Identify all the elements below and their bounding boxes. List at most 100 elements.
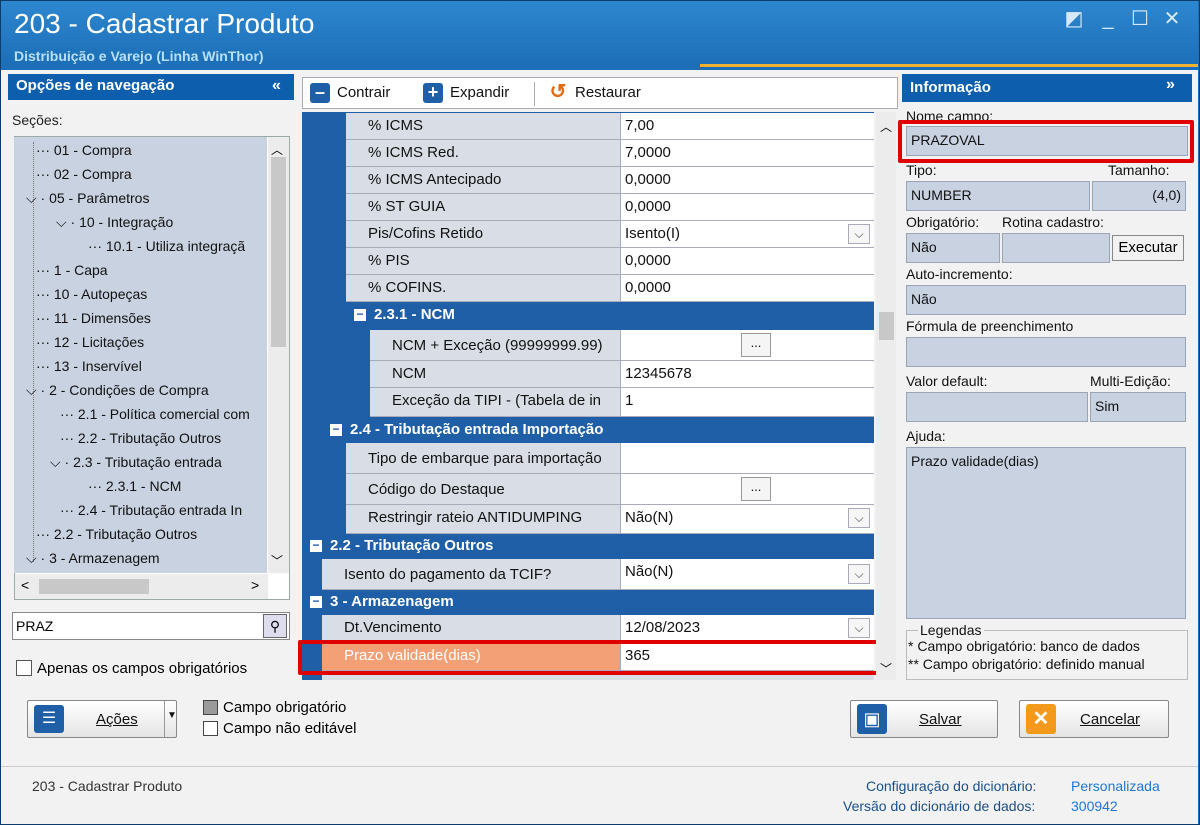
collapse-icon[interactable]: –	[310, 83, 330, 103]
grid-value[interactable]: 1	[620, 388, 874, 417]
section-import[interactable]: −2.4 - Tributação entrada Importação	[322, 418, 874, 443]
required-label: Obrigatório:	[906, 214, 980, 230]
highlight-outline	[898, 120, 1194, 163]
tcif-select[interactable]: Não(N) ⌵	[620, 559, 874, 590]
chevron-down-icon[interactable]: ⌵	[848, 224, 870, 244]
restore-arrow-icon[interactable]: ↺	[548, 82, 568, 103]
tree-item[interactable]: ⌵ · 2.3 - Tributação entrada	[50, 454, 222, 471]
chevron-down-icon[interactable]: ⌵	[50, 454, 61, 470]
collapse-nav-icon[interactable]: «	[272, 77, 281, 95]
ellipsis-button[interactable]: ...	[741, 477, 771, 501]
search-input[interactable]: PRAZ	[12, 612, 290, 640]
tree-item[interactable]: ··· 10.1 - Utiliza integraçã	[88, 238, 245, 254]
tree-hscroll-thumb[interactable]	[39, 579, 149, 594]
grid-label: Exceção da TIPI - (Tabela de in	[370, 388, 620, 417]
tree-item[interactable]: ⌵ · 2 - Condições de Compra	[26, 382, 209, 399]
chevron-down-icon[interactable]: ⌵	[848, 508, 870, 528]
actions-icon: ☰	[34, 705, 64, 733]
tree-item[interactable]: ··· 12 - Licitações	[36, 334, 144, 350]
grid-value[interactable]: 0,0000	[620, 275, 874, 302]
expand-info-icon[interactable]: »	[1166, 76, 1175, 94]
tree-item-label: 01 - Compra	[53, 142, 132, 158]
minimize-icon[interactable]: _	[1096, 8, 1120, 30]
restore-icon[interactable]: ◩	[1062, 8, 1086, 30]
tree-item[interactable]: ⌵ · 05 - Parâmetros	[26, 190, 149, 207]
grid-vertical-scrollbar[interactable]: ︿ ﹀	[876, 112, 896, 680]
grid-label: % ICMS Red.	[346, 140, 620, 167]
tree-item-label: 10 - Autopeças	[53, 286, 148, 302]
tree-item[interactable]: ··· 2.2 - Tributação Outros	[36, 526, 197, 542]
tree-item-label: 2 - Condições de Compra	[49, 382, 209, 398]
pis-cofins-select[interactable]: Isento(I) ⌵	[620, 221, 874, 248]
only-required-checkbox[interactable]	[16, 660, 32, 676]
maximize-icon[interactable]: ☐	[1128, 8, 1152, 30]
scroll-down-icon[interactable]: ﹀	[271, 552, 283, 569]
tree-item[interactable]: ⌵ · 3 - Armazenagem	[26, 550, 160, 567]
scroll-down-icon[interactable]: ﹀	[880, 660, 892, 677]
save-button[interactable]: ▣ Salvar	[850, 700, 998, 738]
dropdown-arrow-icon[interactable]: ▼	[167, 710, 177, 721]
chevron-down-icon[interactable]: ⌵	[26, 550, 37, 566]
tree-item[interactable]: ··· 10 - Autopeças	[36, 286, 147, 302]
chevron-down-icon[interactable]: ⌵	[26, 190, 37, 206]
tree-item[interactable]: ··· 13 - Inservível	[36, 358, 142, 374]
tree-item[interactable]: ··· 2.1 - Política comercial com	[60, 406, 250, 422]
expand-icon[interactable]: +	[423, 83, 443, 103]
tree-item-label: 13 - Inservível	[53, 358, 142, 374]
tree-item[interactable]: ⌵ · 10 - Integração	[56, 214, 173, 231]
tree-item[interactable]: ··· 2.2 - Tributação Outros	[60, 430, 221, 446]
section-outros[interactable]: −2.2 - Tributação Outros	[302, 534, 874, 559]
info-header: Informação	[902, 74, 1192, 102]
scroll-left-icon[interactable]: <	[21, 577, 29, 593]
antidumping-select[interactable]: Não(N) ⌵	[620, 505, 874, 534]
tree-item[interactable]: ··· 2.4 - Tributação entrada In	[60, 502, 242, 518]
grid-value: 12/08/2023	[625, 619, 701, 636]
collapse-all-button[interactable]: Contrair	[337, 84, 390, 101]
chevron-down-icon[interactable]: ⌵	[848, 564, 870, 584]
expand-all-button[interactable]: Expandir	[450, 84, 509, 101]
tree-item[interactable]: ··· 1 - Capa	[36, 262, 108, 278]
grid-value[interactable]: 0,0000	[620, 248, 874, 275]
grid-value[interactable]: 0,0000	[620, 194, 874, 221]
tree-scroll-thumb[interactable]	[271, 157, 286, 347]
section-armazenagem[interactable]: −3 - Armazenagem	[302, 590, 874, 615]
cancel-button[interactable]: ✕ Cancelar	[1019, 700, 1169, 738]
scroll-up-icon[interactable]: ︿	[880, 118, 892, 135]
tree-item[interactable]: ··· 11 - Dimensões	[36, 310, 151, 326]
minus-icon[interactable]: −	[310, 539, 322, 552]
section-ncm[interactable]: −2.3.1 - NCM	[346, 303, 874, 328]
tree-item-label: 12 - Licitações	[53, 334, 145, 350]
grid-value[interactable]: 0,0000	[620, 167, 874, 194]
ellipsis-button[interactable]: ...	[741, 333, 771, 357]
dt-vencimento-select[interactable]: 12/08/2023 ⌵	[620, 615, 874, 643]
minus-icon[interactable]: −	[354, 308, 366, 321]
tree-item[interactable]: ··· 2.3.1 - NCM	[88, 478, 181, 494]
default-value	[906, 392, 1088, 422]
tree-horizontal-scrollbar[interactable]: < >	[15, 574, 268, 599]
chevron-down-icon[interactable]: ⌵	[26, 382, 37, 398]
actions-button[interactable]: ☰ Ações ▼	[27, 700, 177, 738]
restore-button[interactable]: Restaurar	[575, 84, 641, 101]
minus-icon[interactable]: −	[330, 423, 342, 436]
ncm-exception-field[interactable]: ...	[620, 330, 874, 361]
chevron-down-icon[interactable]: ⌵	[56, 214, 67, 230]
minus-icon[interactable]: −	[310, 595, 322, 608]
tree-vertical-scrollbar[interactable]: ︿ ﹀	[268, 137, 289, 573]
tree-item[interactable]: ··· 01 - Compra	[36, 142, 132, 158]
scroll-right-icon[interactable]: >	[251, 577, 259, 593]
execute-button[interactable]: Executar	[1112, 235, 1184, 261]
chevron-down-icon[interactable]: ⌵	[848, 618, 870, 638]
destaque-field[interactable]: ...	[620, 474, 874, 505]
tree-item[interactable]: ··· 02 - Compra	[36, 166, 132, 182]
search-icon[interactable]: ⚲	[263, 614, 287, 638]
scroll-up-icon[interactable]: ︿	[271, 141, 283, 158]
only-required-label: Apenas os campos obrigatórios	[37, 660, 248, 677]
grid-value[interactable]: 12345678	[620, 361, 874, 388]
tree-item-label: 10.1 - Utiliza integraçã	[105, 238, 246, 254]
grid-value[interactable]: 7,0000	[620, 140, 874, 167]
grid-value[interactable]	[620, 443, 874, 474]
help-label: Ajuda:	[906, 428, 946, 444]
close-icon[interactable]: ✕	[1160, 8, 1184, 30]
grid-value[interactable]: 7,00	[620, 113, 874, 140]
grid-scroll-thumb[interactable]	[879, 312, 894, 340]
